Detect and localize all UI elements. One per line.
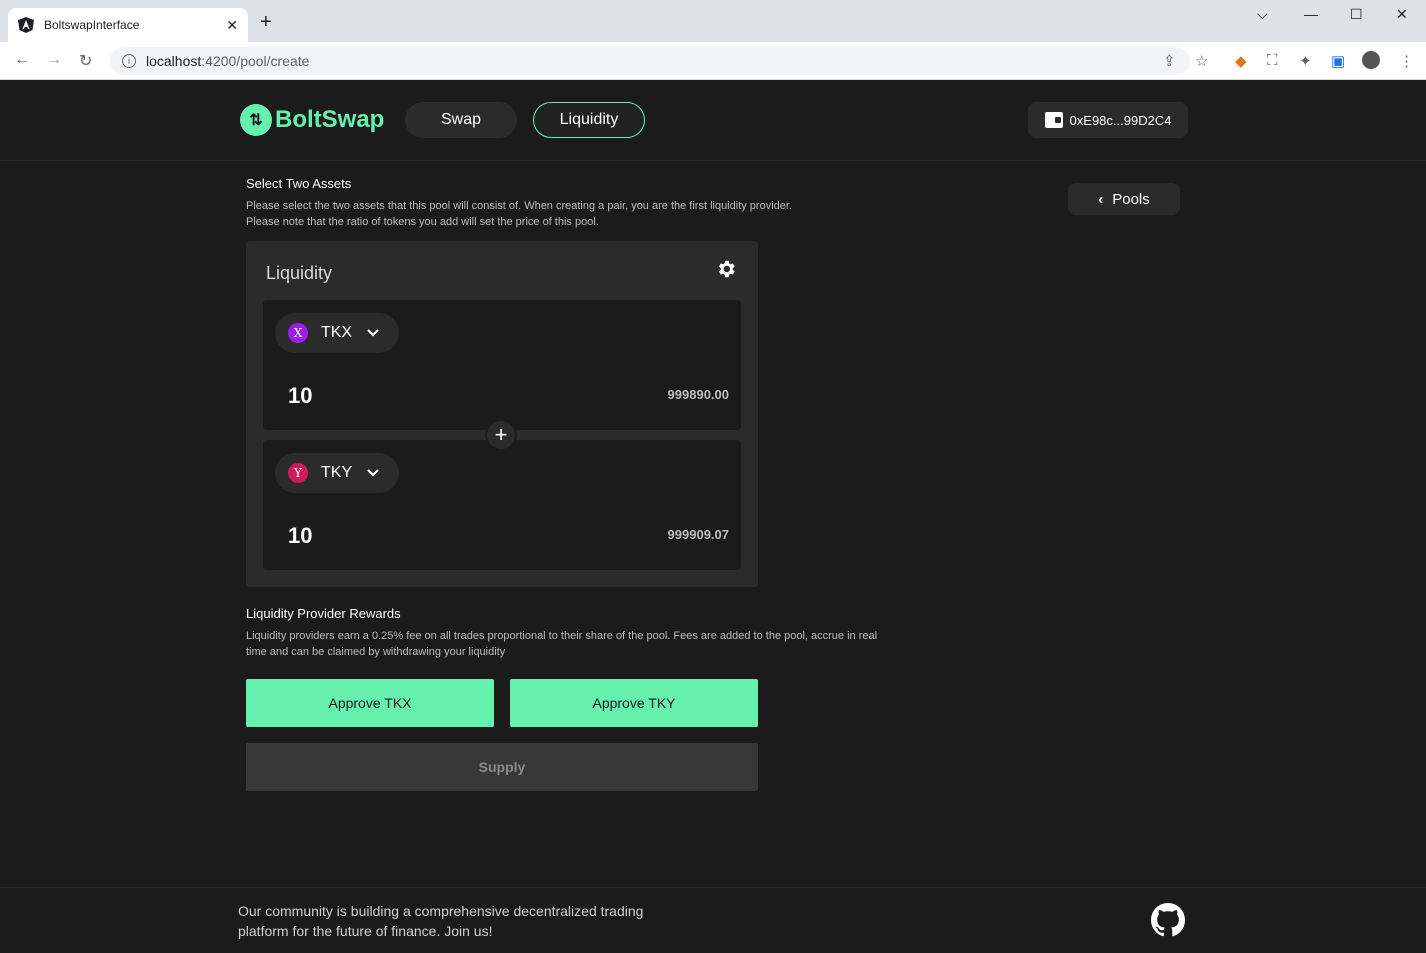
nav-liquidity-button[interactable]: Liquidity xyxy=(533,102,645,138)
chevron-left-icon: ‹ xyxy=(1098,190,1104,208)
back-icon[interactable]: ← xyxy=(14,51,30,69)
metamask-fox-icon[interactable]: ◆ xyxy=(1235,52,1247,70)
token-symbol: TKX xyxy=(321,324,353,341)
asset-panel-tky: Y TKY 10 999909.07 xyxy=(263,440,741,570)
approve-tky-button[interactable]: Approve TKY xyxy=(510,679,758,727)
browser-tab[interactable]: BoltswapInterface ✕ xyxy=(8,8,248,42)
nav-swap-button[interactable]: Swap xyxy=(405,102,517,138)
app-header: ⇅ BoltSwap Swap Liquidity 0xE98c...99D2C… xyxy=(0,80,1426,161)
extensions-puzzle-icon[interactable]: ✦ xyxy=(1299,52,1312,70)
token-y-icon: Y xyxy=(288,463,308,483)
token-select-tky[interactable]: Y TKY xyxy=(275,453,399,493)
liquidity-card: Liquidity X TKX 10 999890.00 Y TKY 10 99… xyxy=(246,241,758,587)
footer: Our community is building a comprehensiv… xyxy=(0,887,1426,953)
supply-button[interactable]: Supply xyxy=(246,743,758,791)
tab-search-chevron-icon[interactable]: ⌵ xyxy=(1257,6,1268,23)
forward-icon[interactable]: → xyxy=(46,51,62,69)
github-icon[interactable] xyxy=(1151,903,1185,937)
amount-input-tkx[interactable]: 10 xyxy=(288,383,312,409)
maximize-icon[interactable]: ☐ xyxy=(1350,6,1363,23)
new-tab-icon[interactable]: + xyxy=(260,12,272,32)
window-close-icon[interactable]: ✕ xyxy=(1396,6,1408,23)
reload-icon[interactable]: ↻ xyxy=(79,51,92,71)
menu-kebab-icon[interactable]: ⋮ xyxy=(1399,52,1414,70)
rewards-desc-1: Liquidity providers earn a 0.25% fee on … xyxy=(246,630,878,642)
minimize-icon[interactable]: — xyxy=(1304,6,1318,22)
address-bar[interactable]: i localhost:4200/pool/create xyxy=(110,47,1190,75)
app-root: ⇅ BoltSwap Swap Liquidity 0xE98c...99D2C… xyxy=(0,80,1426,953)
plus-icon: + xyxy=(485,419,517,451)
footer-text-line-2: platform for the future of finance. Join… xyxy=(238,923,493,939)
token-symbol: TKY xyxy=(321,464,353,481)
footer-text-line-1: Our community is building a comprehensiv… xyxy=(238,903,644,919)
site-info-icon[interactable]: i xyxy=(122,54,136,68)
balance-tky: 999909.07 xyxy=(667,527,729,542)
select-assets-title: Select Two Assets xyxy=(246,176,352,191)
wallet-address: 0xE98c...99D2C4 xyxy=(1069,112,1172,128)
sidebar-icon[interactable]: ▣ xyxy=(1331,52,1345,70)
url-path: :4200/pool/create xyxy=(201,53,310,69)
card-title: Liquidity xyxy=(266,263,333,283)
browser-tabbar: BoltswapInterface ✕ + ⌵ — ☐ ✕ xyxy=(0,0,1426,42)
logo[interactable]: ⇅ BoltSwap xyxy=(240,104,384,136)
asset-panel-tkx: X TKX 10 999890.00 xyxy=(263,300,741,430)
browser-toolbar: ← → ↻ i localhost:4200/pool/create ⇪ ☆ ◆… xyxy=(0,42,1426,80)
angular-icon xyxy=(18,17,34,33)
rewards-desc-2: time and can be claimed by withdrawing y… xyxy=(246,646,506,658)
chevron-down-icon xyxy=(367,329,379,337)
profile-avatar[interactable] xyxy=(1362,51,1380,69)
pools-back-button[interactable]: ‹ Pools xyxy=(1068,183,1180,215)
screenshot-icon[interactable]: ⛶ xyxy=(1267,52,1278,69)
settings-gear-icon[interactable] xyxy=(715,258,737,280)
url-host: localhost xyxy=(146,53,202,69)
bookmark-star-icon[interactable]: ☆ xyxy=(1195,52,1208,70)
footer-text: Our community is building a comprehensiv… xyxy=(238,901,668,941)
chevron-down-icon xyxy=(367,469,379,477)
share-icon[interactable]: ⇪ xyxy=(1163,52,1176,70)
tab-title: BoltswapInterface xyxy=(44,18,140,32)
token-x-icon: X xyxy=(288,323,308,343)
amount-input-tky[interactable]: 10 xyxy=(288,523,312,549)
logo-mark-icon: ⇅ xyxy=(240,104,272,136)
approve-tkx-button[interactable]: Approve TKX xyxy=(246,679,494,727)
balance-tkx: 999890.00 xyxy=(667,387,729,402)
pools-label: Pools xyxy=(1112,190,1150,208)
logo-text: BoltSwap xyxy=(275,106,385,133)
rewards-title: Liquidity Provider Rewards xyxy=(246,606,401,621)
token-select-tkx[interactable]: X TKX xyxy=(275,313,399,353)
wallet-button[interactable]: 0xE98c...99D2C4 xyxy=(1028,102,1188,138)
wallet-icon xyxy=(1044,112,1063,128)
select-assets-desc-1: Please select the two assets that this p… xyxy=(246,200,792,212)
select-assets-desc-2: Please note that the ratio of tokens you… xyxy=(246,216,599,228)
tab-close-icon[interactable]: ✕ xyxy=(226,17,238,34)
